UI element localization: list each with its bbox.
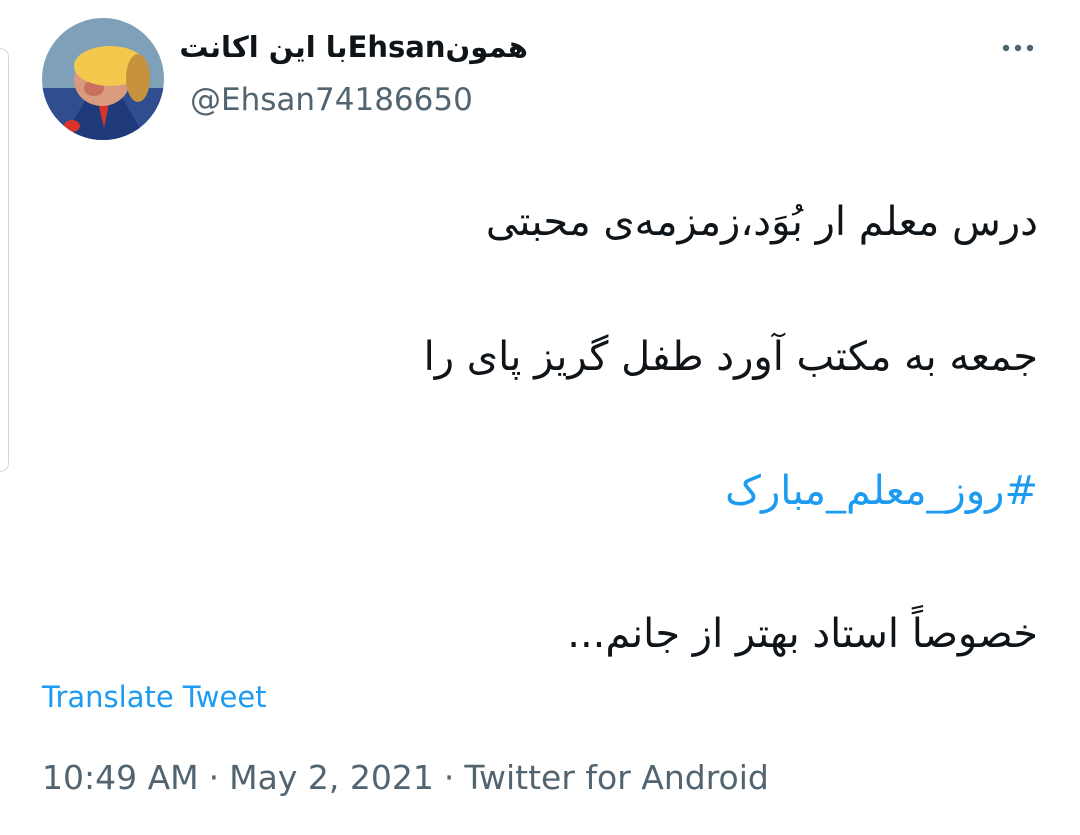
tweet-source[interactable]: Twitter for Android bbox=[464, 758, 769, 797]
user-handle[interactable]: @Ehsan74186650 bbox=[190, 82, 473, 118]
display-name[interactable]: همونEhsanبا این اکانت bbox=[179, 30, 528, 64]
avatar-image bbox=[42, 18, 164, 140]
card-edge-divider bbox=[0, 48, 9, 472]
tweet-time[interactable]: 10:49 AM bbox=[42, 758, 199, 797]
meta-separator: · bbox=[443, 758, 455, 797]
tweet-text-line-2: جمعه به مکتب آورد طفل گریز پای را bbox=[423, 334, 1038, 380]
tweet-metadata: 10:49 AM · May 2, 2021 · Twitter for Android bbox=[42, 758, 769, 797]
avatar[interactable] bbox=[42, 18, 164, 140]
tweet-text-line-1: درس معلم ار بُوَد،زمزمه‌ی محبتی bbox=[485, 199, 1038, 245]
hashtag-link[interactable]: #روز_معلم_مبارک bbox=[725, 468, 1038, 514]
translate-tweet-link[interactable]: Translate Tweet bbox=[42, 680, 267, 714]
tweet-date[interactable]: May 2, 2021 bbox=[229, 758, 434, 797]
more-horizontal-icon[interactable] bbox=[1000, 36, 1036, 60]
tweet-text-line-3: خصوصاً استاد بهتر از جانم... bbox=[567, 611, 1038, 657]
meta-separator: · bbox=[208, 758, 220, 797]
